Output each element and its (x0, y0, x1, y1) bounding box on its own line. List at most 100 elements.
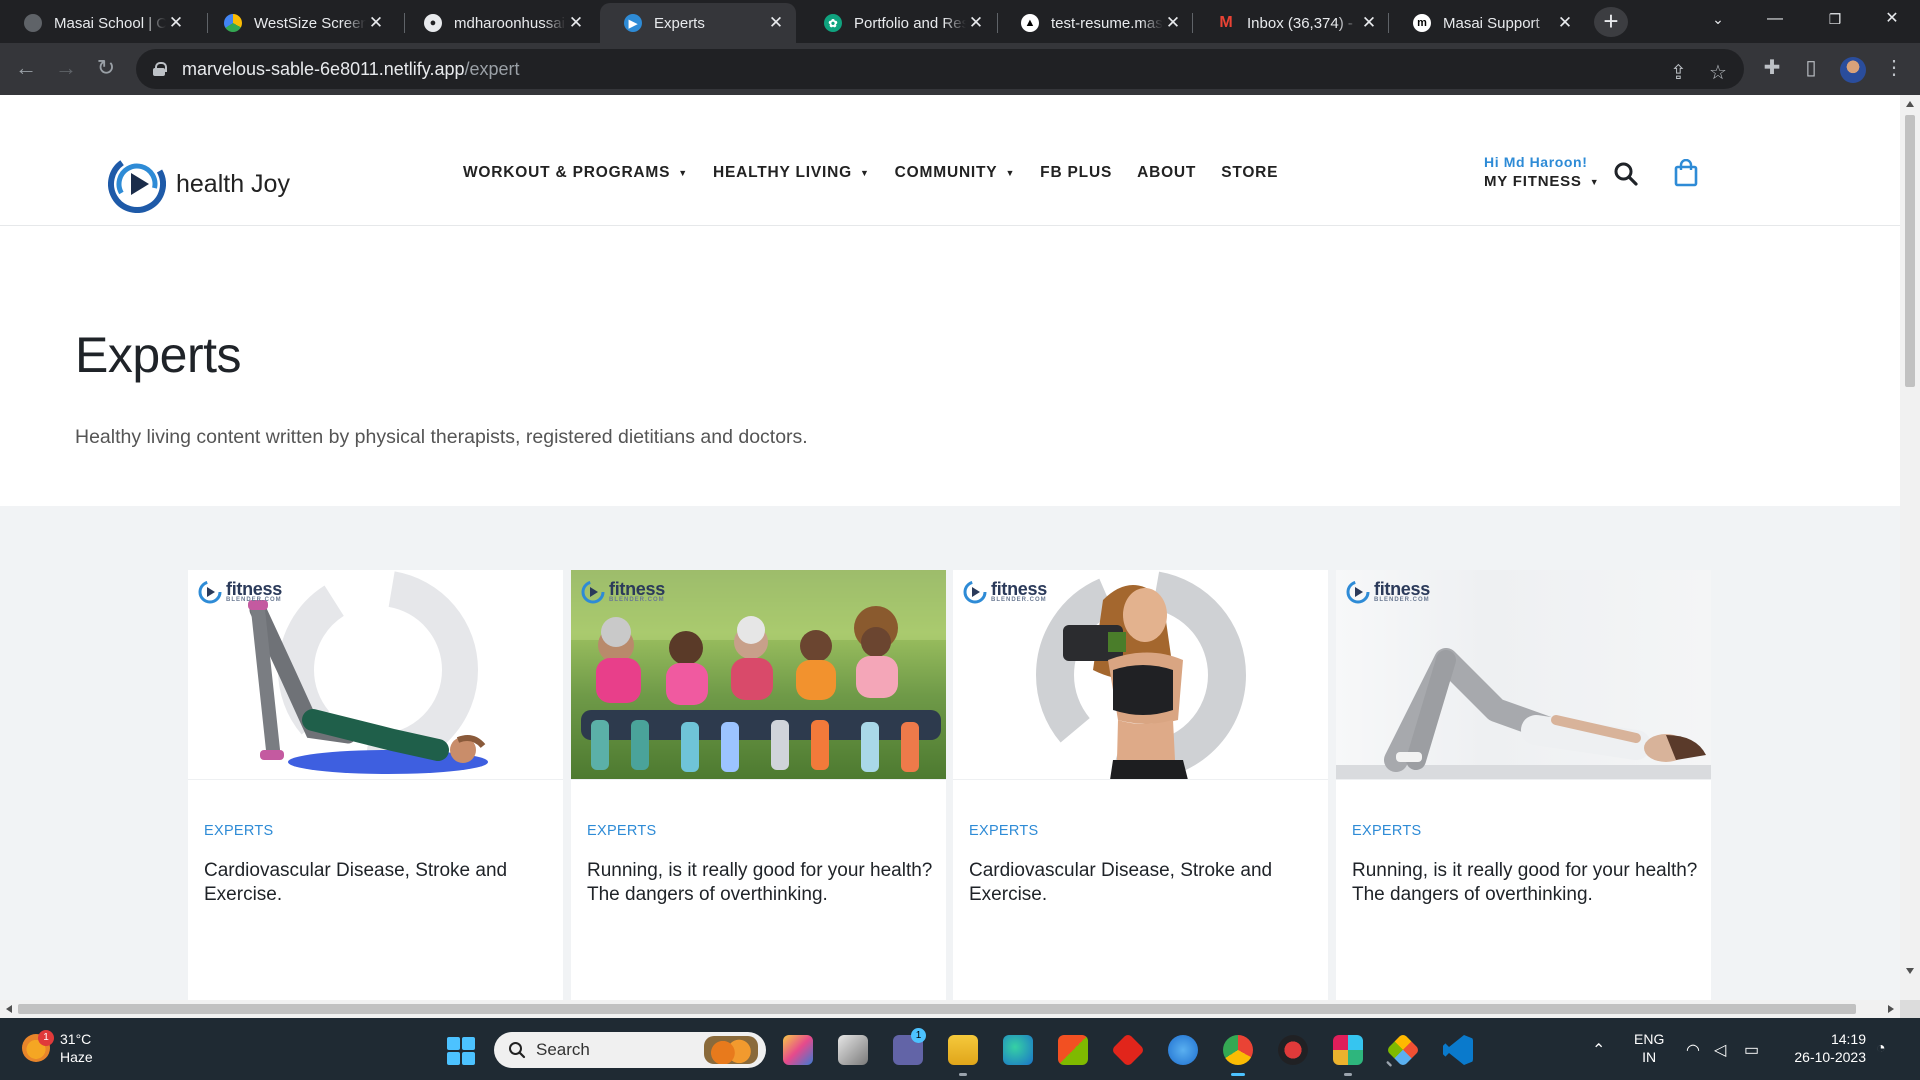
minimize-icon[interactable]: — (1745, 0, 1805, 40)
chrome-icon[interactable] (1223, 1035, 1253, 1076)
vscode-icon[interactable] (1443, 1035, 1473, 1065)
notification-badge: 1 (38, 1030, 54, 1046)
card-title-link[interactable]: Cardiovascular Disease, Stroke and Exerc… (969, 859, 1319, 907)
new-tab-button[interactable]: + (1594, 7, 1628, 37)
forward-icon[interactable]: → (50, 53, 82, 85)
site-logo[interactable]: health Joy (108, 155, 290, 213)
edge-icon[interactable] (1003, 1035, 1033, 1065)
git-tool-icon[interactable] (1386, 1033, 1420, 1067)
browser-tab[interactable]: M Inbox (36,374) - ✕ (1193, 3, 1389, 43)
url-text[interactable]: marvelous-sable-6e8011.netlify.app/exper… (182, 59, 520, 80)
menu-kebab-icon[interactable]: ⋮ (1880, 55, 1908, 80)
article-card[interactable]: fitness BLENDER.COM EXPERTS Cardiovascula… (953, 570, 1328, 1000)
nav-fb-plus[interactable]: FB PLUS (1040, 164, 1112, 182)
nav-healthy-living[interactable]: HEALTHY LIVING ▼ (713, 164, 870, 182)
card-title-link[interactable]: Running, is it really good for your heal… (587, 859, 937, 907)
search-highlight-icon (704, 1036, 758, 1064)
browser-tab[interactable]: ✿ Portfolio and Res ✕ (800, 3, 996, 43)
battery-icon[interactable]: ▭ (1744, 1040, 1759, 1060)
masai-m-icon: m (1413, 14, 1431, 32)
language-indicator[interactable]: ENG (1634, 1030, 1664, 1048)
lock-icon[interactable] (152, 62, 167, 76)
scroll-left-icon[interactable] (6, 1005, 12, 1013)
restore-icon[interactable]: ❐ (1805, 0, 1865, 40)
card-title-link[interactable]: Cardiovascular Disease, Stroke and Exerc… (204, 859, 554, 907)
tab-title: Experts (654, 14, 705, 32)
weather-widget[interactable]: 1 31°C Haze (22, 1030, 93, 1066)
anydesk-icon[interactable] (1111, 1033, 1145, 1067)
scroll-right-icon[interactable] (1888, 1005, 1894, 1013)
windows-start-icon[interactable] (447, 1037, 475, 1065)
side-panel-icon[interactable]: ▯ (1797, 55, 1825, 80)
extensions-icon[interactable]: ✚ (1758, 55, 1786, 80)
card-image-dumbbell[interactable]: fitness BLENDER.COM (953, 570, 1328, 780)
antivirus-icon[interactable] (1278, 1035, 1308, 1065)
notification-bell-icon[interactable]: ◔ (1876, 1040, 1886, 1058)
nav-about[interactable]: ABOUT (1137, 164, 1196, 182)
article-card[interactable]: fitness BLENDER.COM EXPERTS Cardiovascula… (188, 570, 563, 1000)
wifi-icon[interactable]: ◠ (1686, 1040, 1700, 1060)
clock-time[interactable]: 14:19 (1786, 1030, 1866, 1048)
back-icon[interactable]: ← (10, 53, 42, 85)
volume-icon[interactable]: ◁ (1714, 1040, 1726, 1060)
tab-search-icon[interactable]: ⌄ (1688, 0, 1748, 40)
vertical-scrollbar[interactable] (1900, 95, 1920, 1000)
card-category-link[interactable]: EXPERTS (969, 823, 1039, 839)
chevron-up-icon[interactable]: ⌃ (1592, 1040, 1605, 1060)
copilot-preview-icon[interactable] (783, 1035, 813, 1065)
card-category-link[interactable]: EXPERTS (587, 823, 657, 839)
card-image-group-stretching[interactable]: fitness BLENDER.COM (571, 570, 946, 780)
scroll-up-icon[interactable] (1906, 101, 1914, 107)
article-card[interactable]: fitness BLENDER.COM EXPERTS Running, is i… (1336, 570, 1711, 1000)
slack-icon[interactable] (1333, 1035, 1363, 1076)
teams-icon[interactable]: 1 (893, 1028, 926, 1065)
close-icon[interactable]: ✕ (966, 13, 986, 33)
account-greeting[interactable]: Hi Md Haroon! MY FITNESS ▼ (1484, 154, 1599, 190)
file-explorer-icon[interactable] (948, 1035, 978, 1076)
microsoft-store-icon[interactable] (1058, 1035, 1088, 1065)
address-bar[interactable]: marvelous-sable-6e8011.netlify.app/exper… (136, 49, 1744, 89)
card-title-link[interactable]: Running, is it really good for your heal… (1352, 859, 1702, 907)
close-icon[interactable]: ✕ (1359, 13, 1379, 33)
search-icon[interactable] (1613, 161, 1639, 187)
scrollbar-thumb[interactable] (1905, 115, 1915, 387)
card-category-link[interactable]: EXPERTS (1352, 823, 1422, 839)
nav-community[interactable]: COMMUNITY ▼ (895, 164, 1016, 182)
close-icon[interactable]: ✕ (1555, 13, 1575, 33)
nav-workout-programs[interactable]: WORKOUT & PROGRAMS ▼ (463, 164, 688, 182)
close-icon[interactable]: ✕ (566, 13, 586, 33)
close-icon[interactable]: ✕ (366, 13, 386, 33)
region-indicator[interactable]: IN (1634, 1048, 1664, 1066)
scroll-down-icon[interactable] (1906, 968, 1914, 974)
card-image-lying-on-floor[interactable]: fitness BLENDER.COM (1336, 570, 1711, 780)
my-fitness-menu[interactable]: MY FITNESS ▼ (1484, 173, 1599, 190)
bookmark-star-icon[interactable]: ☆ (1709, 63, 1727, 83)
clock-date[interactable]: 26-10-2023 (1786, 1048, 1866, 1066)
weather-temperature: 31°C (60, 1031, 92, 1047)
taskbar-search-box[interactable]: Search (494, 1032, 766, 1068)
help-icon[interactable] (1168, 1035, 1198, 1065)
card-category-link[interactable]: EXPERTS (204, 823, 274, 839)
browser-tab[interactable]: ● mdharoonhussai ✕ (400, 3, 596, 43)
browser-tab[interactable]: WestSize Screens ✕ (200, 3, 396, 43)
scrollbar-thumb[interactable] (18, 1004, 1856, 1014)
browser-tab[interactable]: ▲ test-resume.mas ✕ (997, 3, 1193, 43)
close-icon[interactable]: ✕ (766, 13, 786, 33)
caret-down-icon: ▼ (859, 168, 870, 178)
close-icon[interactable]: ✕ (1163, 13, 1183, 33)
browser-tab[interactable]: Masai School | Co ✕ (0, 3, 196, 43)
profile-avatar[interactable] (1840, 57, 1866, 83)
close-icon[interactable]: ✕ (166, 13, 186, 33)
browser-tab-active[interactable]: ▶ Experts ✕ (600, 3, 796, 43)
article-card[interactable]: fitness BLENDER.COM EXPERTS Running, is i… (571, 570, 946, 1000)
weather-description: Haze (60, 1049, 93, 1065)
browser-tab[interactable]: m Masai Support ✕ (1389, 3, 1585, 43)
reload-icon[interactable]: ↻ (90, 53, 122, 85)
card-image-glute-bridge[interactable]: fitness BLENDER.COM (188, 570, 563, 780)
nav-store[interactable]: STORE (1221, 164, 1278, 182)
task-view-icon[interactable] (838, 1035, 868, 1065)
share-icon[interactable]: ⇪ (1670, 63, 1687, 83)
window-close-icon[interactable]: ✕ (1862, 0, 1920, 40)
shopping-bag-icon[interactable] (1674, 159, 1698, 187)
horizontal-scrollbar[interactable] (0, 1000, 1900, 1018)
